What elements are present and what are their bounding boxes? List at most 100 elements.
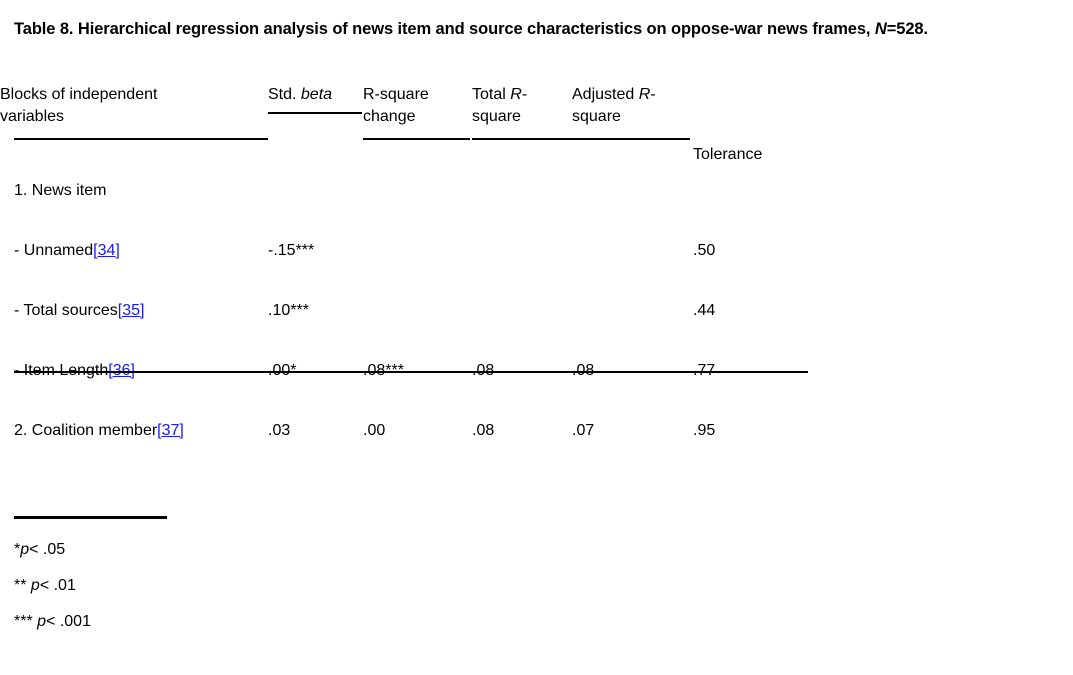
header-row: Blocks of independent variables Std. bet… [0, 84, 1073, 172]
caption-sample-size-symbol: N [874, 20, 887, 38]
row-label: 1. News item [0, 172, 268, 232]
table-row: - Unnamed[34] -.15*** .50 [0, 232, 1073, 292]
cell-total-rsquare [472, 232, 572, 292]
cell-rsquare-change [363, 232, 472, 292]
footnote-p01-stars: ** [14, 577, 31, 594]
column-header-blocks-line1: Blocks of independent [0, 86, 158, 103]
total-dash: - [521, 86, 528, 103]
cell-spacer [808, 352, 1073, 412]
table-row: 2. Coalition member[37] .03 .00 .08 .07 … [0, 412, 1073, 472]
header-rule-total-rsquare [472, 138, 572, 140]
header-rule-blocks [14, 138, 268, 140]
total-prefix: Total [472, 86, 511, 103]
column-header-blocks-line2: variables [0, 108, 65, 125]
reference-link[interactable]: [35] [118, 302, 145, 319]
std-beta-symbol: beta [300, 86, 333, 103]
rsquare-change-line2: change [363, 108, 416, 125]
footnote-p01: ** p< .01 [14, 568, 91, 604]
footnote-p05: *p< .05 [14, 532, 91, 568]
cell-std-beta: -.15*** [268, 242, 315, 259]
adjusted-rsquare-line1: Adjusted R- [572, 84, 693, 106]
footnote-p001-symbol: p [37, 613, 47, 630]
footnote-p01-symbol: p [30, 577, 40, 594]
adjusted-dash: - [650, 86, 656, 103]
table-caption: Table 8. Hierarchical regression analysi… [14, 16, 1054, 42]
footnote-p001-value: < .001 [46, 613, 91, 630]
table-header: Blocks of independent variables Std. bet… [0, 84, 1073, 172]
column-header-tolerance: Tolerance [693, 84, 808, 172]
cell-std-beta: .03 [268, 422, 291, 439]
cell-adjusted-rsquare [572, 292, 693, 352]
header-rule-adjusted-rsquare [572, 138, 690, 140]
row-label-text: - Total sources [14, 302, 118, 319]
row-label: - Unnamed[34] [0, 232, 268, 292]
column-header-adjusted-rsquare: Adjusted R- square [572, 84, 693, 172]
column-header-blocks: Blocks of independent variables [0, 84, 268, 172]
column-header-total-rsquare: Total R- square [472, 84, 572, 172]
cell-tolerance: .44 [693, 302, 716, 319]
header-rule-rsquare-change [363, 138, 470, 140]
cell-total-rsquare: .08 [472, 422, 495, 439]
footnote-p001-stars: *** [14, 613, 38, 630]
row-label: - Total sources[35] [0, 292, 268, 352]
cell-rsquare-change: .00 [363, 422, 386, 439]
std-beta-prefix: Std. [268, 86, 301, 103]
adjusted-r-symbol: R [638, 86, 651, 103]
column-header-std-beta: Std. beta [268, 84, 363, 172]
cell-rsquare-change [363, 172, 472, 232]
row-label: - Item Length[36] [0, 352, 268, 412]
total-rsquare-line2: square [472, 108, 521, 125]
total-rsquare-line1: Total R- [472, 84, 572, 106]
cell-spacer [808, 232, 1073, 292]
adjusted-prefix: Adjusted [572, 86, 639, 103]
table-body: 1. News item - Unnamed[34] -.15*** .50 -… [0, 172, 1073, 472]
row-label-text: 2. Coalition member [14, 422, 158, 439]
cell-rsquare-change: .08*** [363, 352, 472, 412]
footnote-separator-rule [14, 516, 167, 519]
table-row: 1. News item [0, 172, 1073, 232]
cell-total-rsquare: .08 [472, 352, 572, 412]
column-header-rsquare-change: R-square change [363, 84, 472, 172]
table-page: { "caption": { "line1_prefix": "Table 8.… [0, 0, 1073, 675]
regression-results-table: Blocks of independent variables Std. bet… [0, 84, 1073, 472]
cell-adjusted-rsquare: .07 [572, 422, 595, 439]
cell-spacer [808, 412, 1073, 472]
column-header-tolerance-text: Tolerance [693, 146, 763, 163]
row-label-text: - Unnamed [14, 242, 94, 259]
cell-spacer [808, 292, 1073, 352]
footnote-p01-value: < .01 [39, 577, 76, 594]
cell-std-beta: .10*** [268, 302, 309, 319]
caption-line-1: Table 8. Hierarchical regression analysi… [14, 20, 808, 38]
adjusted-rsquare-line2: square [572, 108, 621, 125]
cell-std-beta [268, 172, 363, 232]
row-label: 2. Coalition member[37] [0, 412, 268, 472]
cell-adjusted-rsquare: .08 [572, 352, 693, 412]
column-header-std-beta-text: Std. beta [268, 84, 363, 106]
table-bottom-rule [14, 371, 808, 373]
cell-tolerance: .95 [693, 422, 716, 439]
footnotes: *p< .05 ** p< .01 *** p< .001 [14, 532, 91, 640]
footnote-p05-value: < .05 [29, 541, 66, 558]
cell-adjusted-rsquare [572, 232, 693, 292]
cell-total-rsquare [472, 172, 572, 232]
table-row: - Total sources[35] .10*** .44 [0, 292, 1073, 352]
caption-line-2-prefix: frames, [812, 20, 875, 38]
cell-tolerance [693, 172, 808, 232]
cell-std-beta: .00* [268, 352, 363, 412]
caption-sample-size-value: =528. [886, 20, 928, 38]
cell-total-rsquare [472, 292, 572, 352]
cell-rsquare-change [363, 292, 472, 352]
header-rule-std-beta [268, 112, 362, 114]
cell-tolerance: .50 [693, 242, 716, 259]
table-row: - Item Length[36] .00* .08*** .08 .08 .7… [0, 352, 1073, 412]
total-r-symbol: R [510, 86, 522, 103]
footnote-p05-symbol: p [20, 541, 30, 558]
reference-link[interactable]: [37] [157, 422, 184, 439]
cell-tolerance: .77 [693, 352, 808, 412]
footnote-p001: *** p< .001 [14, 604, 91, 640]
cell-spacer [808, 172, 1073, 232]
rsquare-change-line1: R-square [363, 86, 429, 103]
row-label-text: 1. News item [14, 182, 107, 199]
cell-adjusted-rsquare [572, 172, 693, 232]
reference-link[interactable]: [34] [93, 242, 120, 259]
